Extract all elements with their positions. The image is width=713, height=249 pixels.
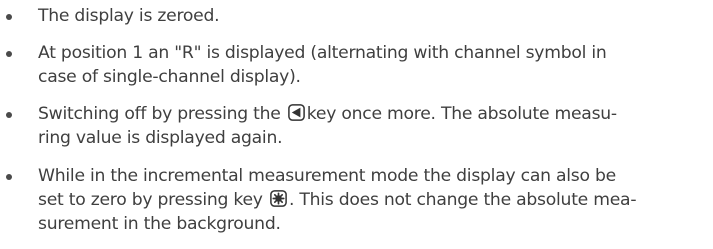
text-segment: set to zero by pressing key: [38, 190, 263, 210]
text-segment: Switching off by pressing the: [38, 104, 281, 124]
bullet-text: While in the incremental measurement mod…: [38, 164, 713, 236]
bullet-dot: [6, 112, 12, 118]
text-line: While in the incremental measurement mod…: [38, 166, 616, 186]
text-line: surement in the background.: [38, 214, 281, 234]
text-line: At position 1 an "R" is displayed (alter…: [38, 43, 607, 63]
left-arrow-key-icon: [287, 104, 305, 121]
text-line: The display is zeroed.: [38, 6, 220, 26]
text-line: Switching off by pressing the key once m…: [38, 102, 713, 126]
text-segment: . This does not change the absolute mea-: [288, 190, 637, 210]
bullet-text: At position 1 an "R" is displayed (alter…: [38, 41, 713, 89]
text-line: set to zero by pressing key . This does …: [38, 188, 713, 212]
bullet-text: Switching off by pressing the key once m…: [38, 102, 713, 150]
manual-page: The display is zeroed. At position 1 an …: [0, 0, 713, 249]
bullet-dot: [6, 174, 12, 180]
text-line: case of single-channel display).: [38, 67, 301, 87]
bullet-text: The display is zeroed.: [38, 4, 713, 28]
bullet-dot: [6, 51, 12, 57]
bullet-dot: [6, 14, 12, 20]
asterisk-key-icon: [270, 190, 287, 207]
text-line: ring value is displayed again.: [38, 128, 283, 148]
text-segment: key once more. The absolute measu-: [306, 104, 617, 124]
